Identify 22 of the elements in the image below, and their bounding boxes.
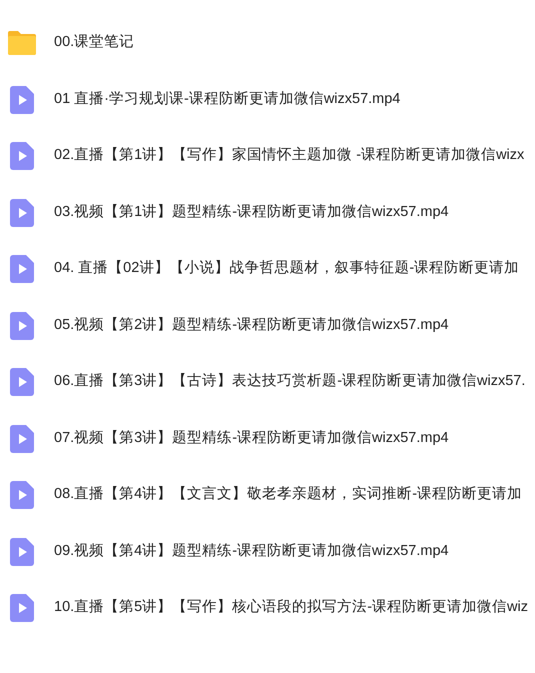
- video-file-icon: [10, 481, 34, 510]
- file-name[interactable]: 03.视频【第1讲】题型精练-课程防断更请加微信wizx57.mp4: [54, 202, 449, 224]
- file-name[interactable]: 06.直播【第3讲】【古诗】表达技巧赏析题-课程防断更请加微信wizx57.: [54, 371, 526, 394]
- file-name[interactable]: 08.直播【第4讲】【文言文】敬老孝亲题材，实词推断-课程防断更请加: [54, 484, 522, 506]
- file-name[interactable]: 10.直播【第5讲】【写作】核心语段的拟写方法-课程防断更请加微信wiz: [54, 597, 528, 620]
- video-file-icon: [10, 594, 34, 622]
- video-file-icon: [10, 312, 34, 340]
- folder-icon: [7, 30, 37, 56]
- file-name[interactable]: 05.视频【第2讲】题型精练-课程防断更请加微信wizx57.mp4: [54, 314, 449, 337]
- file-name[interactable]: 01 直播·学习规划课-课程防断更请加微信wizx57.mp4: [54, 88, 400, 111]
- file-name[interactable]: 09.视频【第4讲】题型精练-课程防断更请加微信wizx57.mp4: [54, 540, 449, 563]
- file-name[interactable]: 07.视频【第3讲】题型精练-课程防断更请加微信wizx57.mp4: [54, 428, 449, 450]
- video-file-icon: [10, 198, 34, 227]
- file-name[interactable]: 00.课堂笔记: [54, 32, 134, 54]
- video-file-icon: [10, 86, 34, 114]
- video-file-icon: [10, 142, 34, 170]
- video-file-icon: [10, 424, 34, 453]
- file-name[interactable]: 04. 直播【02讲】【小说】战争哲思题材，叙事特征题-课程防断更请加: [54, 258, 520, 280]
- video-file-icon: [10, 255, 34, 284]
- video-file-icon: [10, 538, 34, 566]
- video-file-icon: [10, 368, 34, 396]
- file-name[interactable]: 02.直播【第1讲】【写作】家国情怀主题加微 -课程防断更请加微信wizx: [54, 145, 524, 168]
